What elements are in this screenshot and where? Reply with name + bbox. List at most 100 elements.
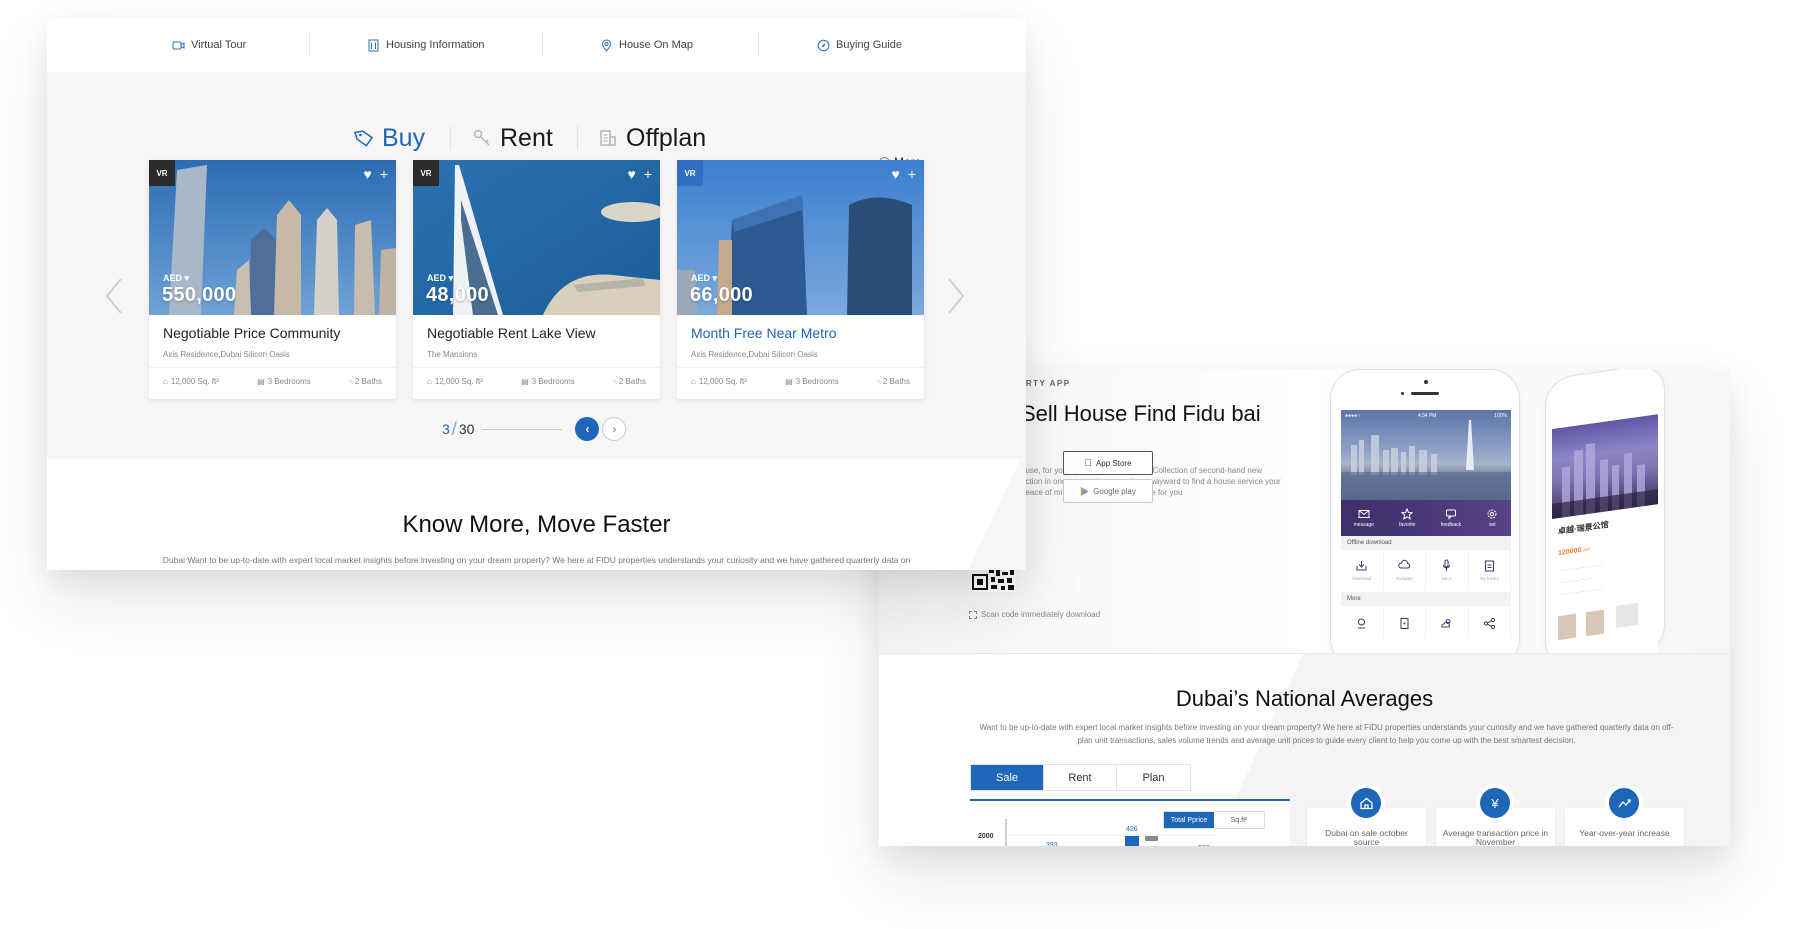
listing-detail-line: —— —— —— —— <box>1558 575 1594 586</box>
heart-icon[interactable]: ♥ <box>364 166 372 182</box>
card-actions: ♥ + <box>628 166 653 182</box>
listing-title[interactable]: Negotiable Price Community <box>163 325 340 341</box>
tab-separator <box>577 126 578 150</box>
phone2-screen: 卓越·瑞景公馆 120000 /m² —— —— —— —— —— —— —— … <box>1552 414 1658 670</box>
plus-icon[interactable]: + <box>380 166 388 182</box>
carousel-prev-arrow[interactable] <box>103 276 125 316</box>
stat-label: Average transaction price in November <box>1442 828 1549 847</box>
chart-value-label: 333 <box>1198 845 1210 846</box>
averages-title: Dubai’s National Averages <box>1175 686 1434 711</box>
quick-action-set[interactable]: set <box>1486 508 1498 528</box>
scan-icon <box>969 610 977 619</box>
quick-action-label: favorite <box>1399 522 1416 528</box>
ticket-icon <box>1400 617 1409 629</box>
tab-sale[interactable]: Sale <box>971 765 1044 790</box>
nav-separator <box>542 32 543 56</box>
nav-virtual-tour[interactable]: Virtual Tour <box>172 18 246 72</box>
scan-note: Scan code immediately download <box>969 610 1100 619</box>
listing-baths: ▫ 2 Baths <box>877 377 910 386</box>
heart-icon[interactable]: ♥ <box>628 166 636 182</box>
more-item-weather[interactable] <box>1426 608 1469 638</box>
location-icon <box>1358 618 1366 628</box>
listing-card[interactable]: VR ♥ + AED ▾ 48,000 Negotiable Rent Lake… <box>413 160 660 399</box>
listing-title: 卓越·瑞景公馆 <box>1558 520 1609 537</box>
phone-screen: ●●●●○ 4:34 PM 100% message favorite feed… <box>1341 410 1511 670</box>
listing-location: Axis Residence,Dubai Silicon Oasis <box>163 350 290 359</box>
more-item-location[interactable] <box>1341 608 1384 638</box>
download-icon <box>1356 561 1367 571</box>
more-item-ticket[interactable] <box>1384 608 1426 638</box>
baths-value: 2 Baths <box>354 377 382 386</box>
share-icon <box>1483 617 1495 629</box>
nav-separator <box>758 32 759 56</box>
more-item-share[interactable] <box>1469 608 1511 638</box>
currency-selector[interactable]: AED ▾ <box>691 273 717 284</box>
tab-plan[interactable]: Plan <box>1117 765 1190 790</box>
bath-icon: ▫ <box>349 377 352 386</box>
stat-card-on-sale: Dubai on sale october source <box>1307 788 1426 846</box>
google-play-icon <box>1081 486 1089 496</box>
listing-meta: ⌂ 12,000 Sq. ft² ▤ 3 Bedrooms ▫ 2 Baths <box>163 377 382 386</box>
phone-speaker <box>1411 392 1439 395</box>
offline-item-download[interactable]: download <box>1341 550 1384 590</box>
tab-rent[interactable]: Rent <box>472 118 553 158</box>
google-play-button[interactable]: Google play <box>1063 479 1153 503</box>
national-averages-section: Dubai’s National Averages Want to be up-… <box>879 654 1730 846</box>
quick-action-favorite[interactable]: favorite <box>1399 508 1416 528</box>
bed-icon: ▤ <box>521 377 529 386</box>
tag-icon <box>354 128 374 148</box>
video-icon <box>172 39 185 52</box>
listing-bedrooms: ▤ 3 Bedrooms <box>785 377 839 386</box>
offline-item-my-tracks[interactable]: my tracks <box>1469 550 1511 590</box>
tab-separator <box>450 126 451 150</box>
currency-selector[interactable]: AED ▾ <box>163 273 189 284</box>
building-icon <box>367 39 380 52</box>
pager-prev-button[interactable]: ‹ <box>575 417 600 441</box>
chart-value-label: 393 <box>1046 842 1058 846</box>
home-icon: ⌂ <box>691 377 696 386</box>
listing-card[interactable]: VR ♥ + AED ▾ 550,000 Negotiable Price Co… <box>149 160 396 399</box>
plus-icon[interactable]: + <box>644 166 652 182</box>
toggle-sqft[interactable]: Sq.ft² <box>1214 812 1264 828</box>
nav-housing-information[interactable]: Housing Information <box>367 18 484 72</box>
key-icon <box>472 128 492 148</box>
toggle-total-price[interactable]: Total Pprice <box>1164 812 1214 828</box>
trend-icon <box>1609 788 1639 818</box>
apple-icon:  <box>1084 458 1092 469</box>
more-grid <box>1341 608 1511 638</box>
bedrooms-value: 3 Bedrooms <box>267 377 311 386</box>
listing-baths: ▫ 2 Baths <box>613 377 646 386</box>
pager-next-button[interactable]: › <box>602 417 627 441</box>
floorplan-thumb <box>1586 609 1604 637</box>
offline-item-voice[interactable]: voice <box>1426 550 1469 590</box>
quick-action-message[interactable]: message <box>1354 508 1374 528</box>
compass-icon <box>817 39 830 52</box>
heart-icon[interactable]: ♥ <box>892 166 900 182</box>
listing-price-value: 120000 <box>1558 546 1582 558</box>
app-store-button[interactable]:  App Store <box>1063 451 1153 475</box>
plus-icon[interactable]: + <box>908 166 916 182</box>
nav-buying-guide[interactable]: Buying Guide <box>817 18 902 72</box>
nav-label: House On Map <box>619 39 693 51</box>
tab-offplan[interactable]: Offplan <box>598 118 706 158</box>
tab-rent[interactable]: Rent <box>1044 765 1117 790</box>
area-value: 12,000 Sq. ft² <box>434 377 483 386</box>
nav-house-on-map[interactable]: House On Map <box>600 18 693 72</box>
quick-action-label: message <box>1353 522 1374 528</box>
battery-indicator: 100% <box>1494 413 1507 419</box>
star-icon <box>1401 508 1414 520</box>
listing-bedrooms: ▤ 3 Bedrooms <box>521 377 575 386</box>
currency-selector[interactable]: AED ▾ <box>427 273 453 284</box>
listing-card[interactable]: VR ♥ + AED ▾ 66,000 Month Free Near Metr… <box>677 160 924 399</box>
phone-camera <box>1424 380 1428 384</box>
app-store-label: App Store <box>1092 458 1132 468</box>
vr-badge: VR <box>149 160 175 186</box>
quick-action-feedback[interactable]: feedback <box>1441 508 1461 528</box>
offline-item-navigate[interactable]: navigate <box>1384 550 1426 590</box>
carousel-next-arrow[interactable] <box>945 276 967 316</box>
area-value: 12,000 Sq. ft² <box>698 377 747 386</box>
tab-buy[interactable]: Buy <box>354 118 425 158</box>
top-navigation: Virtual Tour Housing Information House O… <box>47 18 1026 72</box>
listing-title[interactable]: Negotiable Rent Lake View <box>427 325 596 341</box>
listing-title[interactable]: Month Free Near Metro <box>691 325 837 341</box>
